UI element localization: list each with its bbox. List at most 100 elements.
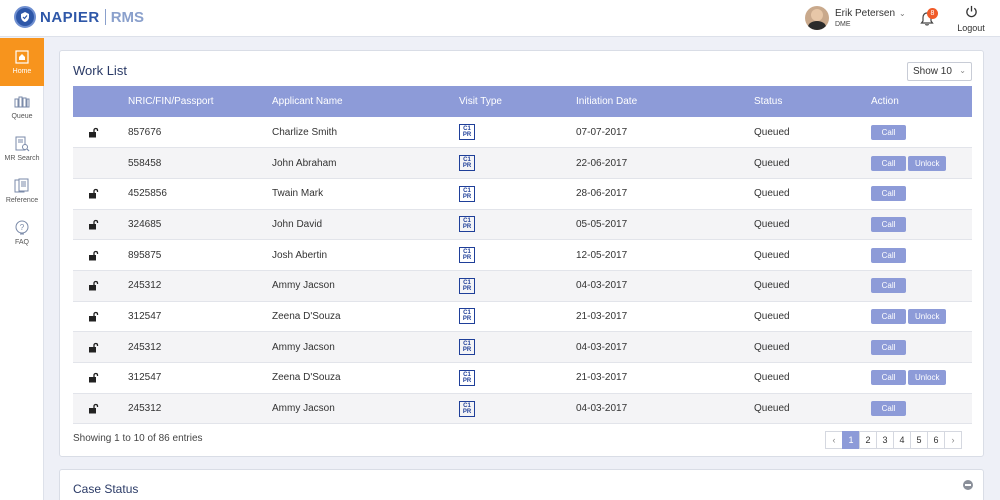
app-logo[interactable]: NAPIER RMS xyxy=(14,6,144,28)
cell-name: Twain Mark xyxy=(272,188,324,200)
cell-visit-type: C1 PR xyxy=(459,393,576,424)
cell-action: Call xyxy=(871,178,972,209)
cell-action: Call Unlock xyxy=(871,301,972,332)
lock-cell xyxy=(73,270,128,301)
call-button[interactable]: Call xyxy=(871,308,906,324)
table-row[interactable]: 324685 John David C1 PR 05-05-2017 Queued Call xyxy=(73,209,972,240)
column-header-lock xyxy=(73,86,128,117)
visit-type-c1pr-icon: C1 PR xyxy=(459,308,475,325)
table-row[interactable]: 245312 Ammy Jacson C1 PR 04-03-2017 Queued Cal… xyxy=(73,393,972,424)
cell-action: Call Unlock xyxy=(871,363,972,394)
column-header-status[interactable]: Status xyxy=(754,86,871,117)
column-header-visit-type[interactable]: Visit Type xyxy=(459,86,576,117)
cell-status: Queued xyxy=(754,310,790,322)
cell-name: Charlize Smith xyxy=(272,126,338,138)
sidebar-item-label: Queue xyxy=(11,113,33,120)
column-header-action: Action xyxy=(871,96,899,107)
table-row[interactable]: 895875 Josh Abertin C1 PR 12-05-2017 Queued Ca… xyxy=(73,240,972,271)
cell-date: 07-07-2017 xyxy=(576,126,628,138)
unlock-button[interactable]: Unlock xyxy=(908,155,947,171)
table-row[interactable]: 857676 Charlize Smith C1 PR 07-07-2017 Queued… xyxy=(73,117,972,148)
table-row[interactable]: 312547 Zeena D'Souza C1 PR 21-03-2017 Queued C… xyxy=(73,301,972,332)
pagination-page-1[interactable]: 1 xyxy=(842,431,860,449)
collapse-icon[interactable] xyxy=(963,480,973,490)
sidebar-item-faq[interactable]: ? FAQ xyxy=(0,212,44,254)
pagination-page-4[interactable]: 4 xyxy=(893,431,911,449)
table-row[interactable]: 245312 Ammy Jacson C1 PR 04-03-2017 Queued Cal… xyxy=(73,331,972,363)
lock-cell xyxy=(73,148,128,179)
call-button[interactable]: Call xyxy=(871,370,906,386)
logout-button[interactable]: Logout xyxy=(954,5,988,33)
faq-icon: ? xyxy=(15,220,29,235)
pagination-page-3[interactable]: 3 xyxy=(876,431,894,449)
table-row[interactable]: 312547 Zeena D'Souza C1 PR 21-03-2017 Queued C… xyxy=(73,363,972,394)
cell-visit-type: C1 PR xyxy=(459,363,576,394)
cell-id: 245312 xyxy=(128,341,162,353)
cell-date: 04-03-2017 xyxy=(576,341,628,353)
cell-name: Zeena D'Souza xyxy=(272,372,341,384)
call-button[interactable]: Call xyxy=(871,216,906,232)
column-header-date[interactable]: Initiation Date xyxy=(576,86,754,117)
unlock-button[interactable]: Unlock xyxy=(908,308,947,324)
cell-date: 21-03-2017 xyxy=(576,310,628,322)
work-list-panel: Work List Show 10 ⌄ NRIC/FIN/Passport Ap… xyxy=(59,50,984,457)
unlock-padlock-icon xyxy=(88,219,128,230)
cell-action: Call xyxy=(871,117,972,148)
case-status-panel: Case Status xyxy=(59,469,984,500)
cell-status: Queued xyxy=(754,249,790,261)
avatar xyxy=(805,6,829,30)
pagination-next-button[interactable]: › xyxy=(944,431,962,449)
visit-type-c1pr-icon: C1 PR xyxy=(459,216,475,233)
cell-action: Call xyxy=(871,209,972,240)
cell-date: 22-06-2017 xyxy=(576,157,628,169)
call-button[interactable]: Call xyxy=(871,155,906,171)
cell-id: 312547 xyxy=(128,310,162,322)
call-button[interactable]: Call xyxy=(871,278,906,294)
call-button[interactable]: Call xyxy=(871,124,906,140)
sidebar-item-label: MR Search xyxy=(4,155,40,162)
panel-title: Case Status xyxy=(73,482,139,496)
chevron-down-icon[interactable]: ⌄ xyxy=(899,9,906,18)
power-icon xyxy=(965,5,977,18)
cell-name: John David xyxy=(272,218,323,230)
unlock-padlock-icon xyxy=(88,280,128,291)
table-row[interactable]: 245312 Ammy Jacson C1 PR 04-03-2017 Queued Cal… xyxy=(73,270,972,302)
sidebar-item-mr-search[interactable]: MR Search xyxy=(0,128,44,170)
visit-type-c1pr-icon: C1 PR xyxy=(459,277,475,294)
visit-type-c1pr-icon: C1 PR xyxy=(459,247,475,264)
pagination-page-6[interactable]: 6 xyxy=(927,431,945,449)
work-list-table: NRIC/FIN/Passport Applicant Name Visit T… xyxy=(73,86,972,424)
call-button[interactable]: Call xyxy=(871,186,906,202)
cell-id: 895875 xyxy=(128,249,162,261)
sidebar-item-queue[interactable]: Queue xyxy=(0,86,44,128)
sidebar-item-reference[interactable]: Reference xyxy=(0,170,44,212)
cell-id: 558458 xyxy=(128,157,162,169)
table-row[interactable]: 558458 John Abraham C1 PR 22-06-2017 Queued Ca… xyxy=(73,147,972,179)
sidebar: Home Queue MR Search Reference ? FAQ xyxy=(0,38,44,500)
call-button[interactable]: Call xyxy=(871,339,906,355)
call-button[interactable]: Call xyxy=(871,401,906,417)
cell-visit-type: C1 PR xyxy=(459,240,576,271)
column-header-name[interactable]: Applicant Name xyxy=(272,86,459,117)
cell-id: 857676 xyxy=(128,126,162,138)
cell-id: 4525856 xyxy=(128,188,167,200)
lock-cell xyxy=(73,178,128,209)
cell-visit-type: C1 PR xyxy=(459,301,576,332)
user-menu[interactable]: Erik Petersen ⌄ DME xyxy=(805,6,906,30)
logo-text: NAPIER xyxy=(40,8,100,26)
cell-date: 12-05-2017 xyxy=(576,249,628,261)
sidebar-item-home[interactable]: Home xyxy=(0,38,44,86)
home-icon xyxy=(15,50,29,64)
column-header-id[interactable]: NRIC/FIN/Passport xyxy=(128,86,272,117)
call-button[interactable]: Call xyxy=(871,247,906,263)
page-size-select[interactable]: Show 10 ⌄ xyxy=(907,62,972,81)
pagination-page-5[interactable]: 5 xyxy=(910,431,928,449)
unlock-button[interactable]: Unlock xyxy=(908,370,947,386)
table-row[interactable]: 4525856 Twain Mark C1 PR 28-06-2017 Queued Cal… xyxy=(73,178,972,210)
pagination-page-2[interactable]: 2 xyxy=(859,431,877,449)
cell-name: John Abraham xyxy=(272,157,337,169)
cell-date: 28-06-2017 xyxy=(576,188,628,200)
cell-status: Queued xyxy=(754,341,790,353)
pagination-prev-button[interactable]: ‹ xyxy=(825,431,843,449)
cell-date: 04-03-2017 xyxy=(576,280,628,292)
